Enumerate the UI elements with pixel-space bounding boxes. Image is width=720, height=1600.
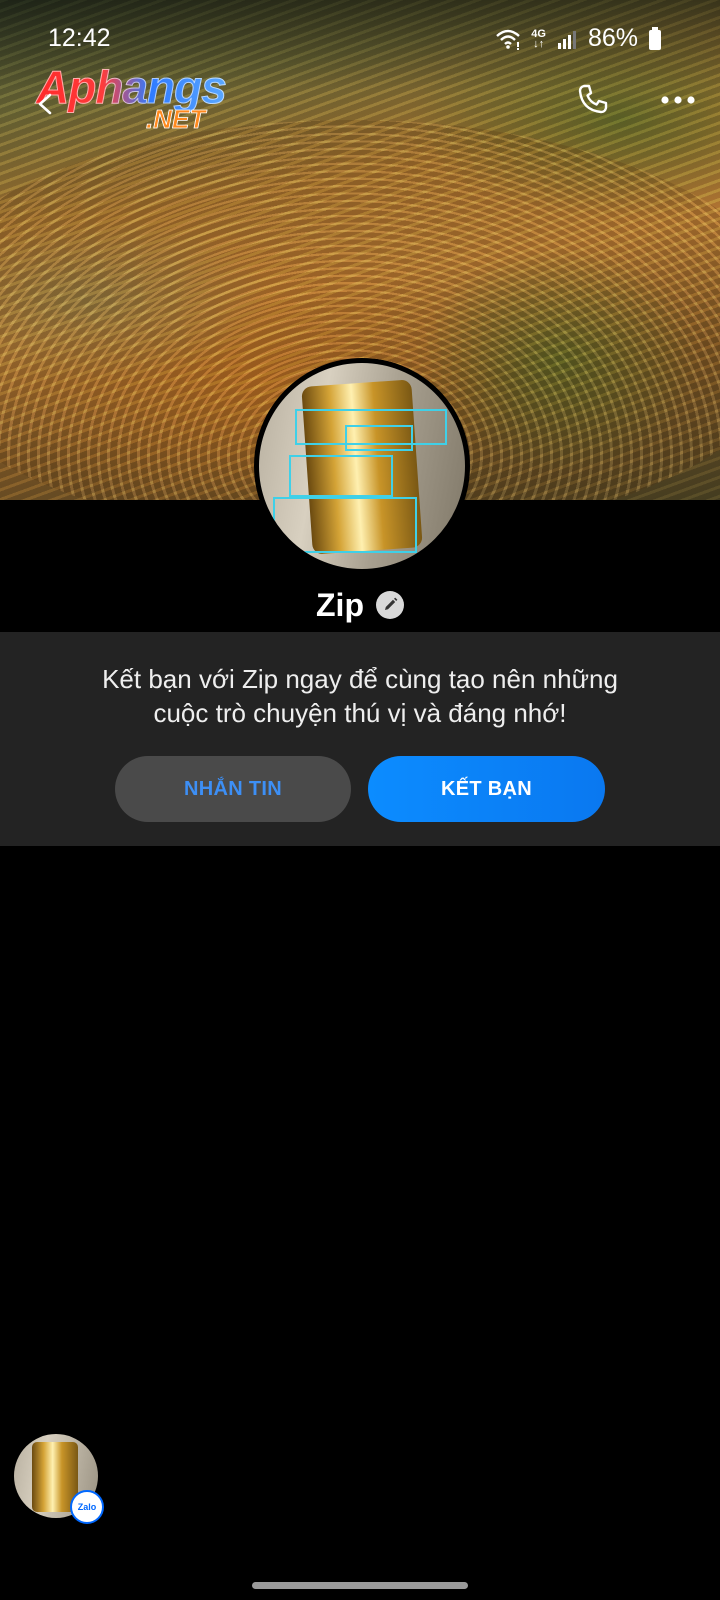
avatar-overlay-box — [289, 455, 393, 497]
battery-icon — [649, 26, 661, 50]
more-dots-icon[interactable] — [660, 94, 696, 106]
avatar-overlay-box — [273, 497, 417, 553]
friend-intro-text: Kết bạn với Zip ngay để cùng tạo nên nhữ… — [60, 662, 660, 730]
add-friend-button[interactable]: KẾT BẠN — [368, 756, 605, 822]
profile-avatar[interactable] — [254, 358, 470, 574]
wifi-icon — [496, 29, 521, 50]
avatar-overlay-box — [345, 425, 413, 451]
network-type: 4G ↓↑ — [531, 27, 546, 50]
signal-icon — [557, 30, 576, 49]
profile-name: Zip — [316, 586, 364, 623]
edit-pencil-icon[interactable] — [375, 591, 404, 619]
friend-suggestion-panel: Kết bạn với Zip ngay để cùng tạo nên nhữ… — [0, 632, 720, 846]
watermark-logo: Aphangs .NET — [36, 60, 256, 138]
message-button[interactable]: NHẮN TIN — [115, 756, 351, 822]
status-icons: 4G ↓↑ 86% — [495, 24, 662, 53]
status-bar: 12:42 4G ↓↑ 86% — [0, 22, 720, 58]
profile-name-row: Zip — [0, 580, 720, 630]
back-arrow-icon[interactable] — [34, 92, 58, 116]
status-time: 12:42 — [48, 24, 111, 52]
network-arrows: ↓↑ — [533, 37, 545, 50]
intro-line-2: cuộc trò chuyện thú vị và đáng nhớ! — [153, 698, 567, 728]
intro-line-1: Kết bạn với Zip ngay để cùng tạo nên nhữ… — [102, 664, 618, 694]
phone-icon[interactable] — [576, 82, 610, 116]
battery-percent: 86% — [587, 24, 638, 52]
zalo-badge: Zalo — [70, 1490, 104, 1524]
home-indicator[interactable] — [252, 1582, 468, 1589]
network-label: 4G — [531, 27, 546, 40]
watermark-sub: .NET — [146, 104, 206, 135]
